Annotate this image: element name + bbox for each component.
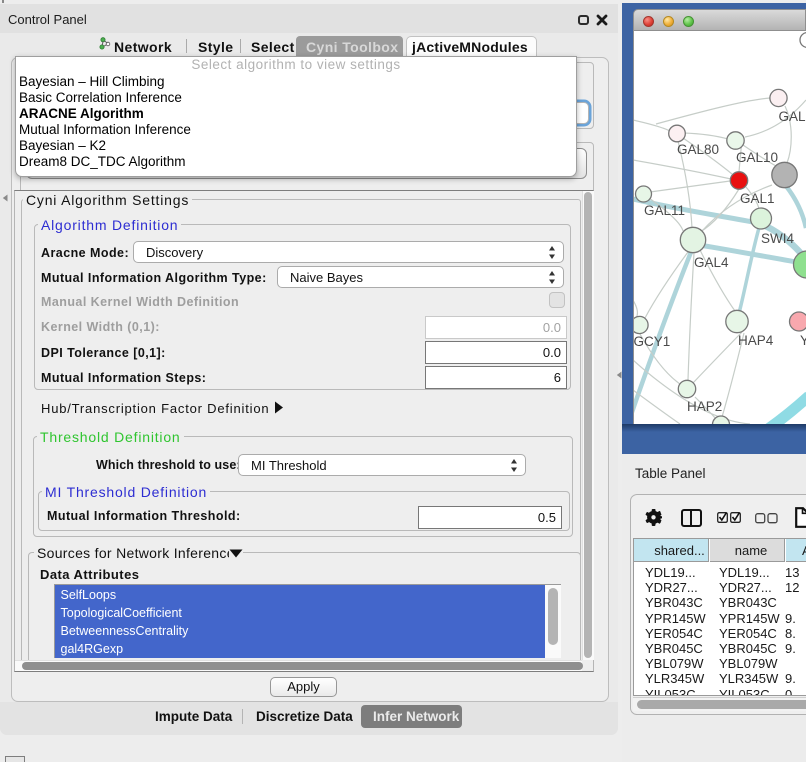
- svg-text:GCY1: GCY1: [634, 334, 671, 349]
- svg-text:GAL4: GAL4: [694, 255, 729, 270]
- svg-text:GAL2: GAL2: [779, 109, 806, 124]
- svg-text:GAL10: GAL10: [736, 150, 778, 165]
- svg-text:GAL11: GAL11: [644, 203, 685, 218]
- svg-text:Y: Y: [800, 333, 806, 348]
- svg-text:GAL1: GAL1: [740, 191, 775, 206]
- svg-text:HAP2: HAP2: [687, 399, 722, 414]
- svg-text:SWI4: SWI4: [761, 231, 794, 246]
- svg-text:HAP4: HAP4: [738, 333, 774, 348]
- svg-text:GAL80: GAL80: [677, 142, 719, 157]
